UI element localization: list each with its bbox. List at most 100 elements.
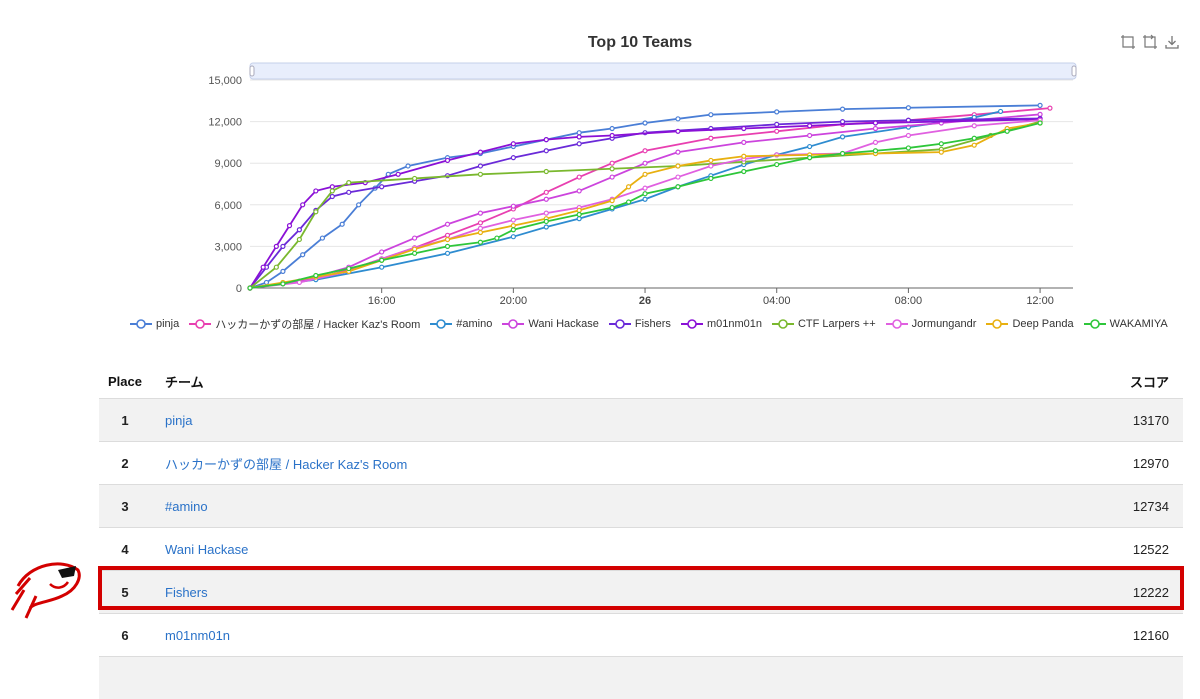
legend-label: Fishers [634,318,671,330]
data-point [296,227,302,233]
shrimp-mascot-icon [10,562,81,619]
data-point [280,268,286,274]
data-point [444,250,451,256]
data-point [412,175,418,182]
data-point [774,161,780,168]
team-link[interactable]: #amino [165,499,208,514]
data-point [807,123,813,129]
data-point [741,139,747,145]
legend-item[interactable]: #amino [430,318,492,330]
data-point [313,272,319,279]
data-point [675,128,681,134]
legend-marker-icon [130,319,152,329]
data-point [273,264,279,270]
data-point [329,184,335,190]
legend-item[interactable]: Wani Hackase [502,318,599,330]
data-point [477,149,484,155]
data-point [938,141,944,147]
table-row: 6 m01nm01n 12160 [99,613,1183,656]
team-link[interactable]: ハッカーかずの部屋 / Hacker Kaz's Room [165,457,407,472]
team-link[interactable]: pinja [165,413,192,428]
data-point [543,137,549,143]
data-point [296,279,302,286]
legend-item[interactable]: ハッカーかずの部屋 / Hacker Kaz's Room [189,316,420,332]
data-point [477,171,484,177]
legend-item[interactable]: Deep Panda [986,318,1074,330]
data-point [543,224,549,230]
table-row: 3 #amino 12734 [99,484,1183,527]
legend-item[interactable]: CTF Larpers ++ [771,318,876,330]
data-point [313,209,319,215]
data-point [774,109,780,115]
data-point [286,223,293,229]
data-point [576,207,582,213]
data-point [675,149,681,155]
legend-item[interactable]: Fishers [608,318,671,330]
data-point [444,221,451,227]
data-point [675,184,681,190]
data-point [346,189,352,195]
data-point [296,236,302,243]
download-icon[interactable] [1164,34,1180,50]
data-point [609,125,615,132]
data-point [543,148,549,154]
team-link[interactable]: m01nm01n [165,628,230,643]
data-point [642,185,648,191]
data-point [609,166,615,172]
y-tick-label: 9,000 [214,158,242,170]
data-point [625,199,632,205]
x-tick-label: 08:00 [895,295,923,307]
data-point [510,203,516,209]
data-point [997,108,1004,115]
legend-item[interactable]: WAKAMIYA [1083,318,1168,330]
legend-label: #amino [456,318,493,330]
data-point [642,120,648,126]
legend-item[interactable]: pinja [130,318,179,330]
data-point [675,116,681,122]
data-point [609,174,615,180]
data-zoom-slider[interactable] [249,62,1077,80]
x-tick-label: 16:00 [368,295,396,307]
data-point [839,134,846,140]
zoom-handle-right[interactable] [1071,65,1077,77]
data-point [412,235,418,241]
row-score: 12160 [1132,627,1169,643]
data-point [625,184,632,190]
data-point [543,168,549,175]
legend-marker-icon [986,319,1009,329]
legend-item[interactable]: Jormungandr [885,318,976,330]
data-point [905,105,912,111]
data-point [300,202,306,208]
data-point [576,188,582,194]
data-point [905,145,912,151]
ranking-table: Place チーム スコア 1 pinja 13170 2 ハッカーかずの部屋 … [99,364,1183,699]
chart-legend: pinja ハッカーかずの部屋 / Hacker Kaz's Room #amino… [130,316,1170,332]
data-point [872,125,879,132]
data-point [807,155,813,161]
data-point [609,160,615,166]
zoom-area-icon[interactable] [1120,34,1136,50]
data-point [510,141,516,147]
zoom-reset-icon[interactable] [1142,34,1158,50]
zoom-handle-left[interactable] [249,65,255,77]
team-link[interactable]: Fishers [165,585,208,600]
row-score: 13170 [1132,412,1169,428]
y-tick-label: 12,000 [208,117,242,129]
legend-item[interactable]: m01nm01n [680,318,762,330]
team-link[interactable]: Wani Hackase [165,542,248,557]
data-point [774,128,780,134]
legend-marker-icon [771,319,794,329]
data-point [872,139,879,145]
data-point [675,174,681,180]
table-row: 2 ハッカーかずの部屋 / Hacker Kaz's Room 12970 [99,441,1183,484]
data-point [642,196,648,202]
header-team: チーム [165,374,204,390]
data-point [543,210,549,216]
data-point [642,160,648,166]
data-point [494,235,500,241]
data-point [905,132,912,139]
data-point [741,125,747,132]
data-point [576,134,582,140]
data-point [346,180,352,186]
row-place: 2 [121,455,129,471]
